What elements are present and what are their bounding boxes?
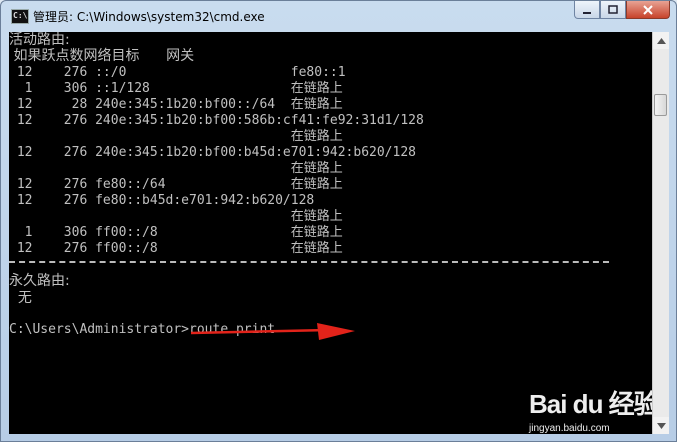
cmd-app-icon[interactable]: C:\	[11, 9, 29, 24]
console-line: 如果跃点数网络目标 网关	[9, 48, 195, 64]
console-line: 在链路上	[9, 161, 343, 176]
chevron-down-icon	[656, 422, 666, 429]
console-line: 12 28 240e:345:1b20:bf00::/64 在链路上	[9, 97, 343, 112]
console-line: 12 276 240e:345:1b20:bf00:b45d:e701:942:…	[9, 145, 416, 160]
console-line: 无	[9, 290, 32, 306]
scrollbar-thumb[interactable]	[654, 94, 667, 116]
maximize-icon	[608, 4, 618, 14]
title-bar[interactable]: C:\ 管理员: C:\Windows\system32\cmd.exe	[1, 1, 676, 31]
chevron-up-icon	[656, 37, 666, 44]
baidu-jingyan-watermark: Bai du 经验 jingyan.baidu.com	[529, 384, 652, 434]
red-arrow-annotation	[190, 323, 355, 340]
console-output[interactable]: 活动路由: 如果跃点数网络目标 网关 12 276 ::/0 fe80::1 1…	[9, 32, 652, 434]
console-line: 永久路由:	[9, 273, 70, 289]
close-icon	[643, 4, 653, 15]
watermark-url: jingyan.baidu.com	[529, 423, 610, 434]
console-line: 在链路上	[9, 129, 343, 144]
minimize-icon	[583, 11, 591, 14]
console-line: 12 276 ff00::/8 在链路上	[9, 241, 343, 256]
separator-line	[9, 261, 609, 263]
console-line: 12 276 fe80::/64 在链路上	[9, 177, 343, 192]
maximize-button[interactable]	[600, 1, 626, 19]
watermark-logo: Bai du 经验	[529, 389, 652, 419]
cmd-window: C:\ 管理员: C:\Windows\system32\cmd.exe 活动路…	[0, 0, 677, 442]
window-controls	[574, 1, 670, 21]
console-line: 12 276 ::/0 fe80::1	[9, 65, 346, 80]
console-line: 12 276 fe80::b45d:e701:942:b620/128	[9, 193, 315, 208]
console-line: 活动路由:	[9, 32, 70, 48]
cmd-app-icon-text: C:\	[13, 11, 28, 20]
console-line: 12 276 240e:345:1b20:bf00:586b:cf41:fe92…	[9, 113, 424, 128]
scroll-down-button[interactable]	[653, 417, 669, 434]
console-line: 1 306 ff00::/8 在链路上	[9, 225, 343, 240]
console-line: 在链路上	[9, 209, 343, 224]
console-line: 1 306 ::1/128 在链路上	[9, 81, 343, 96]
scroll-up-button[interactable]	[653, 32, 669, 49]
vertical-scrollbar[interactable]	[652, 32, 669, 434]
window-title: 管理员: C:\Windows\system32\cmd.exe	[33, 10, 265, 24]
close-button[interactable]	[626, 1, 670, 19]
minimize-button[interactable]	[574, 1, 600, 19]
